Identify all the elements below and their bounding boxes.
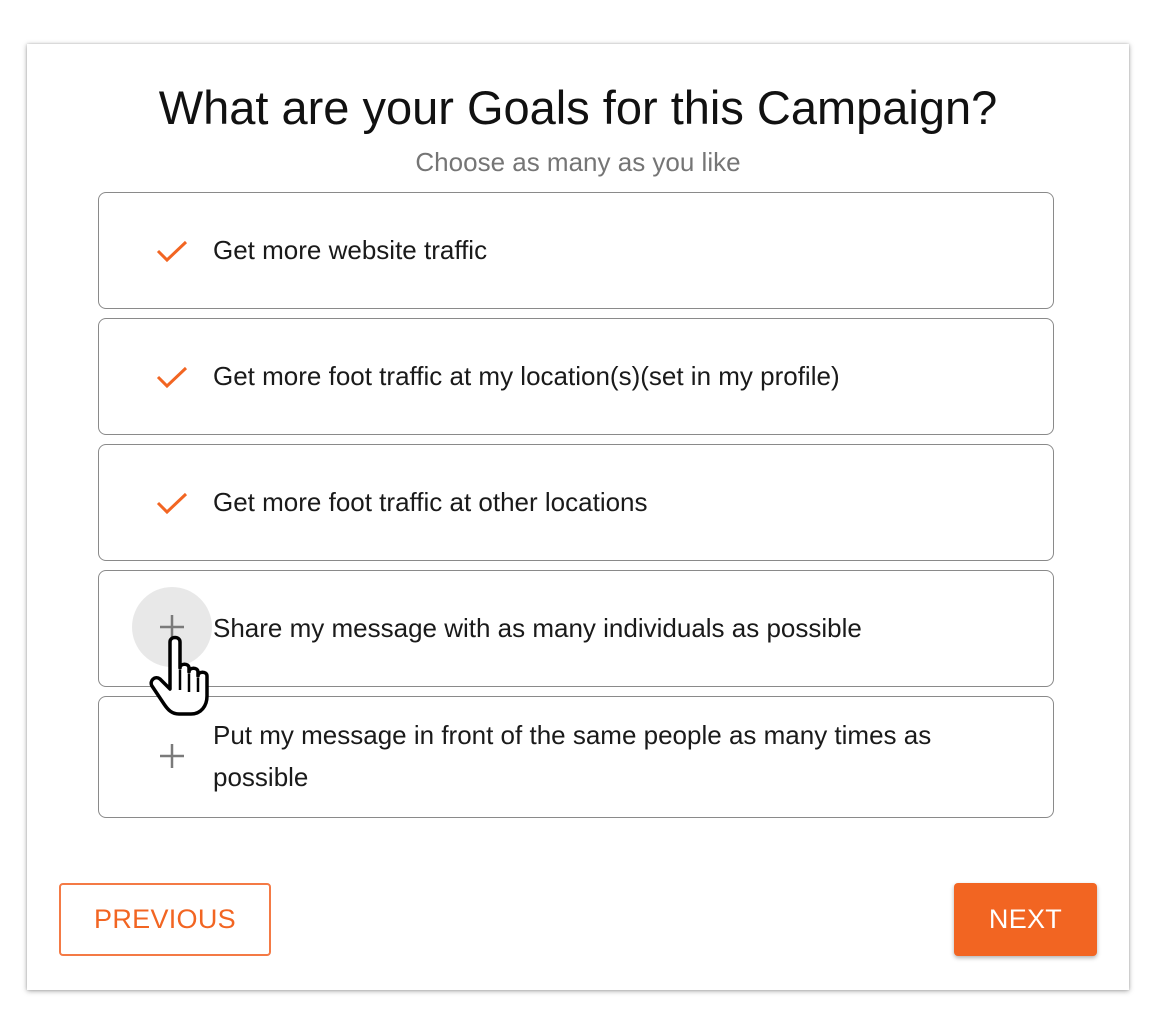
check-icon xyxy=(155,486,189,520)
goals-dialog: What are your Goals for this Campaign? C… xyxy=(27,44,1129,990)
check-icon xyxy=(155,234,189,268)
goal-option-foot-traffic-my-locations[interactable]: Get more foot traffic at my location(s)(… xyxy=(98,318,1054,435)
goal-label: Share my message with as many individual… xyxy=(213,613,862,643)
page-title: What are your Goals for this Campaign? xyxy=(158,81,998,134)
page-subtitle: Choose as many as you like xyxy=(415,147,741,177)
goal-label: Get more website traffic xyxy=(213,235,488,265)
goal-option-website-traffic[interactable]: Get more website traffic xyxy=(98,192,1054,309)
goal-label: Put my message in front of the same peop… xyxy=(213,720,932,792)
goal-option-reach-many-individuals[interactable]: Share my message with as many individual… xyxy=(98,570,1054,687)
previous-button[interactable]: PREVIOUS xyxy=(59,883,271,956)
goal-option-frequency[interactable]: Put my message in front of the same peop… xyxy=(98,696,1054,818)
check-icon xyxy=(155,360,189,394)
goal-option-foot-traffic-other-locations[interactable]: Get more foot traffic at other locations xyxy=(98,444,1054,561)
next-button[interactable]: NEXT xyxy=(954,883,1097,956)
plus-icon xyxy=(155,739,189,773)
goal-label: Get more foot traffic at my location(s)(… xyxy=(213,361,840,391)
plus-icon xyxy=(155,610,189,644)
goal-label: Get more foot traffic at other locations xyxy=(213,487,648,517)
